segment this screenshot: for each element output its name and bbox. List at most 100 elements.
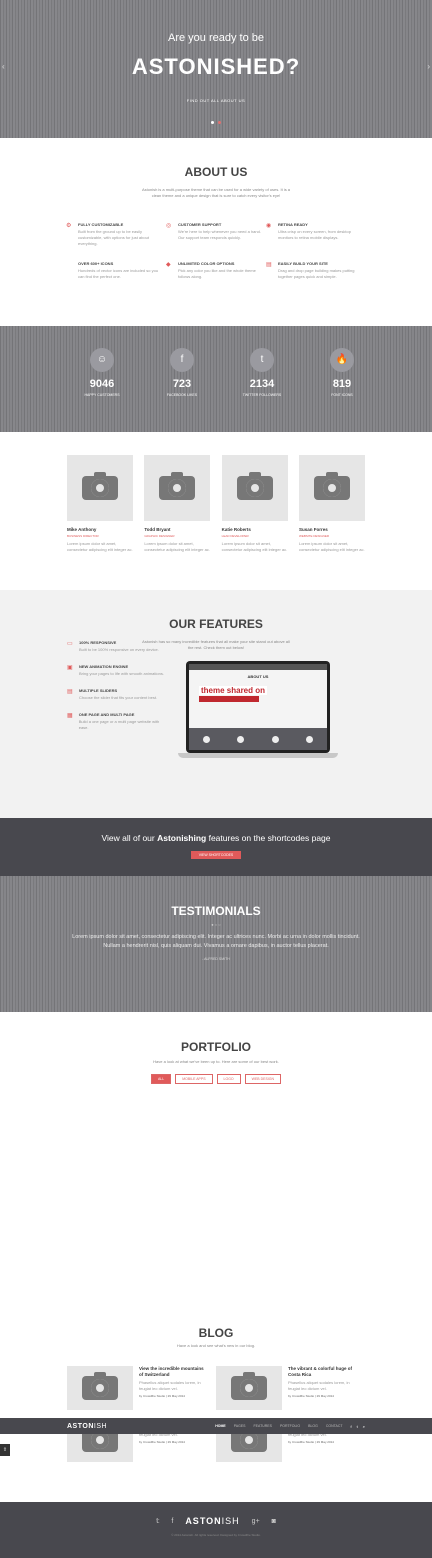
- team-bio: Lorem ipsum dolor sit amet, consectetur …: [221, 541, 288, 552]
- facebook-icon[interactable]: f: [171, 1518, 173, 1525]
- facebook-icon: f: [170, 348, 194, 372]
- nav-item[interactable]: HOME: [215, 1424, 226, 1428]
- twitter-icon[interactable]: t: [357, 1424, 358, 1429]
- feature-text: Bring your pages to life with smooth ani…: [79, 671, 164, 676]
- search-icon[interactable]: ⌕: [363, 1424, 365, 1429]
- layout-icon: ▤: [266, 262, 272, 268]
- about-feature-text: Hundreds of vector icons are included so…: [78, 268, 159, 279]
- blog-thumbnail[interactable]: [67, 1366, 133, 1410]
- slider-dot[interactable]: [210, 121, 214, 124]
- about-section: ABOUT US Astonish is a multi-purpose the…: [0, 138, 432, 326]
- footer-logo[interactable]: ASTONISH: [185, 1516, 239, 1526]
- hero-pretitle: Are you ready to be: [167, 32, 264, 44]
- stat-item: ☺ 9046 HAPPY CUSTOMERS: [72, 348, 132, 397]
- stat-value: 2134: [249, 378, 275, 390]
- navbar-logo[interactable]: ASTONISH: [67, 1423, 107, 1430]
- camera-icon: [82, 1372, 118, 1400]
- team-role: GRAPHIC DESIGNER: [144, 534, 175, 538]
- laptop-image: ABOUT US theme shared on: [178, 661, 338, 763]
- about-feature-text: Drag and drop page building makes puttin…: [278, 268, 355, 279]
- testimonials-section: TESTIMONIALS ● ○ ○ Lorem ipsum dolor sit…: [0, 876, 432, 1012]
- side-tab-icon[interactable]: ⇧: [0, 1444, 10, 1456]
- about-feature: ◉ RETINA READY Ultra crisp on every scre…: [266, 222, 366, 247]
- feature-title: NEW ANIMATION ENGINE: [79, 664, 129, 669]
- facebook-icon[interactable]: f: [351, 1424, 352, 1429]
- portfolio-filter-button[interactable]: ALL: [150, 1074, 172, 1084]
- footer-copyright: © 2014 Astonish. All rights reserved. De…: [171, 1533, 261, 1537]
- feature-item: ▣ NEW ANIMATION ENGINE Bring your pages …: [67, 664, 167, 677]
- slider-icon: ▤: [67, 689, 73, 695]
- team-bio: Lorem ipsum dolor sit amet, consectetur …: [144, 541, 210, 552]
- portfolio-intro: Have a look at what we've been up to. He…: [153, 1059, 279, 1064]
- nav-item[interactable]: FEATURES: [254, 1424, 272, 1428]
- features-section: OUR FEATURES Astonish has so many incred…: [0, 590, 432, 818]
- blog-post-meta: by Crowdfire Studio | 29 May 2014: [288, 1394, 334, 1398]
- stat-value: 819: [332, 378, 352, 390]
- about-feature-text: Pick any color you like and the whole th…: [178, 268, 256, 279]
- users-icon: ☺: [90, 348, 114, 372]
- navbar-social: f t ⌕: [351, 1424, 366, 1429]
- blog-post[interactable]: The vibrant & colorful huge of Costa Ric…: [216, 1366, 365, 1418]
- about-feature-title: UNLIMITED COLOR OPTIONS: [178, 261, 235, 266]
- drop-icon: ◆: [166, 262, 171, 268]
- blog-post-title[interactable]: The vibrant & colorful huge of Costa Ric…: [288, 1366, 358, 1378]
- blog-post-meta: by Crowdfire Studio | 29 May 2014: [139, 1440, 185, 1444]
- nav-item[interactable]: BLOG: [308, 1424, 318, 1428]
- slider-next-arrow[interactable]: ›: [427, 62, 430, 71]
- about-feature: ◆ UNLIMITED COLOR OPTIONS Pick any color…: [166, 261, 266, 280]
- features-title: OUR FEATURES: [169, 617, 263, 631]
- hero-link[interactable]: FIND OUT ALL ABOUT US: [0, 98, 432, 103]
- slider-dot[interactable]: [218, 121, 222, 124]
- google-plus-icon[interactable]: g+: [252, 1518, 260, 1525]
- camera-icon: [313, 472, 350, 500]
- blog-section: BLOG Have a look and see what's new in o…: [0, 1312, 432, 1502]
- screen-title: ABOUT US: [247, 674, 269, 679]
- team-name: Todd Bryant: [144, 527, 171, 532]
- team-member: Susan Forres WEBSITE DESIGNER Lorem ipsu…: [298, 455, 365, 553]
- cta-button[interactable]: VIEW SHORTCODES: [190, 851, 242, 859]
- blog-post-title[interactable]: View the incredible mountains of Switzer…: [139, 1366, 209, 1378]
- team-photo-placeholder: [221, 455, 288, 521]
- testimonial-dots: ● ○ ○: [211, 922, 221, 927]
- team-role: WEBSITE DESIGNER: [298, 534, 329, 538]
- about-feature-text: We're here to help whenever you need a h…: [178, 229, 261, 240]
- stat-value: 9046: [89, 378, 115, 390]
- laptop-screen: ABOUT US theme shared on: [186, 661, 330, 753]
- team-role: LEAD DEVELOPER: [221, 534, 249, 538]
- hero-title: ASTONISHED?: [131, 54, 301, 79]
- team-name: Susan Forres: [298, 527, 328, 532]
- portfolio-filter-button[interactable]: LOGO: [216, 1074, 241, 1084]
- blog-title: BLOG: [198, 1326, 234, 1340]
- nav-item[interactable]: CONTACT: [326, 1424, 343, 1428]
- feature-text: Built to be 100% responsive on every dev…: [79, 647, 159, 652]
- feature-text: Choose the slider that fits your content…: [79, 695, 158, 700]
- about-feature-title: RETINA READY: [278, 222, 308, 227]
- feature-text: Build a one page or a multi page website…: [78, 719, 160, 730]
- portfolio-filter-button[interactable]: WEB DESIGN: [244, 1074, 282, 1084]
- twitter-icon[interactable]: 𝕥: [156, 1517, 159, 1525]
- slider-prev-arrow[interactable]: ‹: [2, 62, 5, 71]
- team-member: Mike Anthony BUSINESS DIRECTOR Lorem ips…: [67, 455, 133, 553]
- about-feature-title: CUSTOMER SUPPORT: [178, 222, 222, 227]
- about-feature-text: Built from the ground up to be easily cu…: [78, 229, 149, 246]
- blog-thumbnail[interactable]: [216, 1366, 282, 1410]
- blog-post-meta: by Crowdfire Studio | 29 May 2014: [288, 1440, 334, 1444]
- portfolio-title: PORTFOLIO: [181, 1040, 251, 1054]
- eye-icon: ◉: [266, 223, 272, 229]
- calendar-icon: ▦: [67, 713, 73, 719]
- team-photo-placeholder: [144, 455, 211, 521]
- sticky-navbar: ASTONISH HOME PAGES FEATURES PORTFOLIO BLOG C…: [0, 1418, 432, 1434]
- portfolio-filter-button[interactable]: MOBILE APPS: [175, 1074, 213, 1084]
- camera-icon: [231, 1372, 267, 1400]
- stats-section: ☺ 9046 HAPPY CUSTOMERS f 723 FACEBOOK LIK…: [0, 326, 432, 432]
- nav-item[interactable]: PAGES: [234, 1424, 246, 1428]
- nav-item[interactable]: PORTFOLIO: [280, 1424, 300, 1428]
- feature-title: 100% RESPONSIVE: [79, 640, 117, 645]
- instagram-icon[interactable]: ◙: [272, 1518, 276, 1525]
- stat-item: 🔥 819 FONT ICONS: [312, 348, 372, 397]
- footer-row: 𝕥 f ASTONISH g+ ◙: [0, 1502, 432, 1526]
- about-feature-text: Ultra crisp on every screen, from deskto…: [278, 229, 351, 240]
- testimonials-title: TESTIMONIALS: [171, 904, 261, 918]
- blog-post[interactable]: View the incredible mountains of Switzer…: [67, 1366, 216, 1418]
- about-feature-title: OVER 600+ ICONS: [78, 261, 114, 266]
